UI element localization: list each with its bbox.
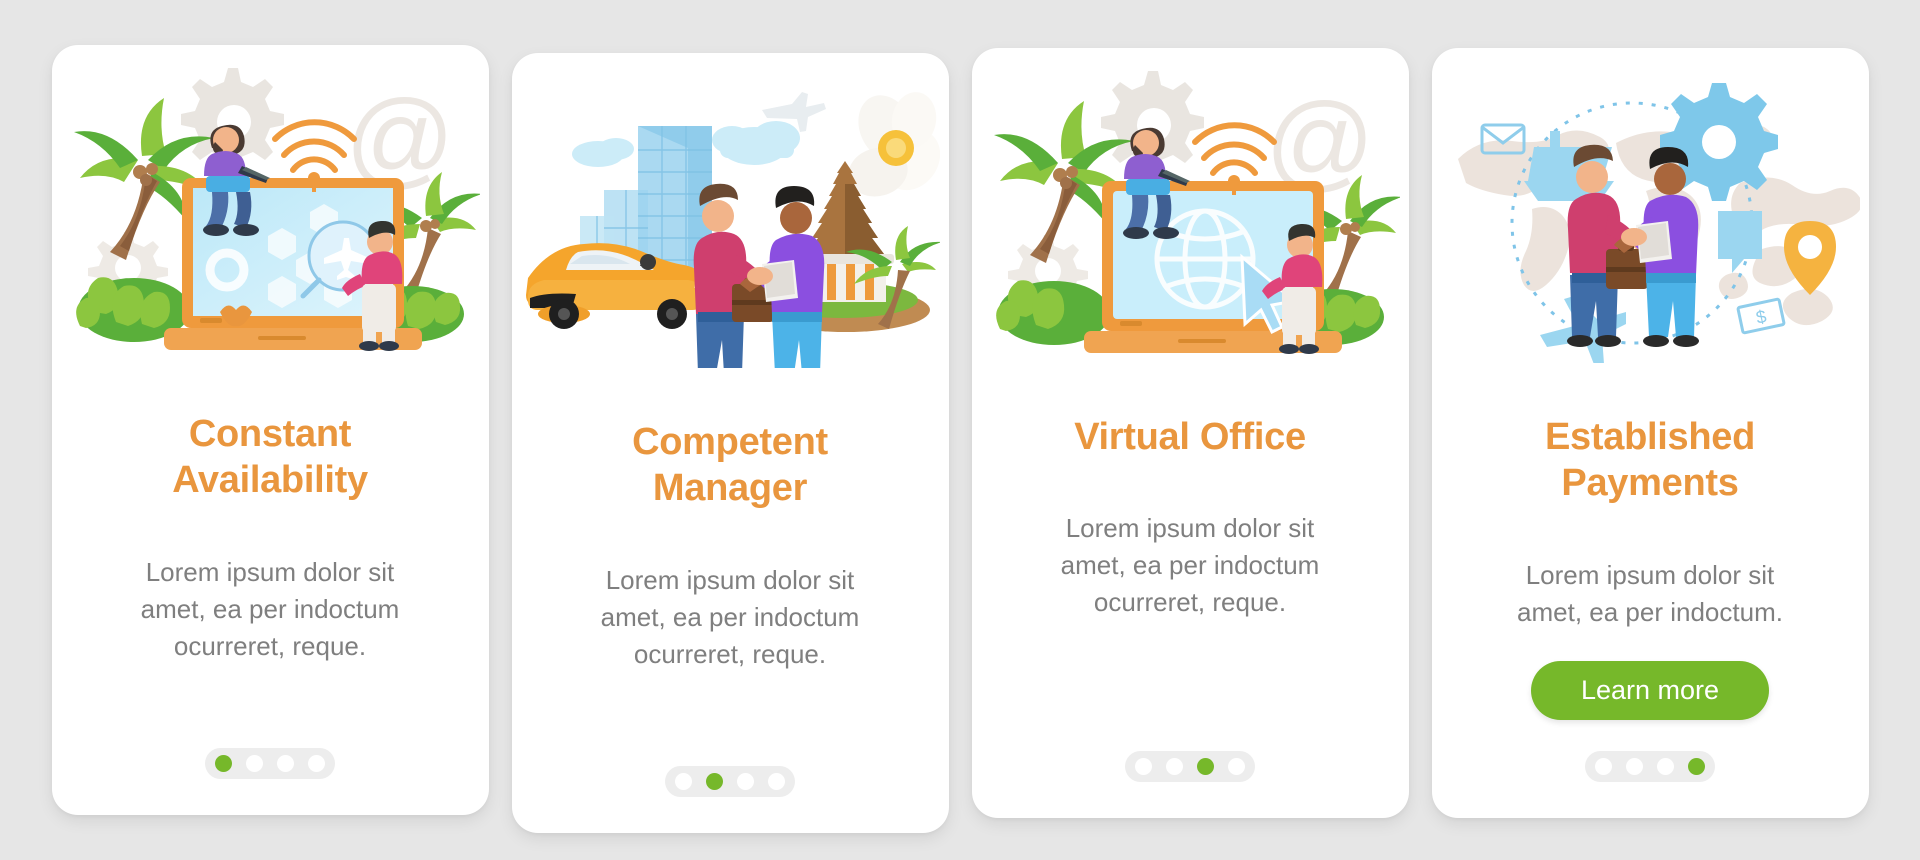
onboarding-card-constant-availability: @ Constant Availability Lorem ipsum dolo… <box>51 45 489 815</box>
pagination-dot-3[interactable] <box>1657 758 1674 775</box>
card-body-text: Lorem ipsum dolor sit amet, ea per indoc… <box>1060 513 1320 618</box>
laptop-globe-cursor-illustration: @ <box>972 48 1409 378</box>
handshake-car-temple-illustration <box>512 53 949 383</box>
onboarding-card-virtual-office: @ Virtual Office Lorem ipsum dolor sit a… <box>971 48 1409 818</box>
pagination-dot-3[interactable] <box>1197 758 1214 775</box>
onboarding-card-established-payments: $ Established Payments Lorem ipsum dolor… <box>1431 48 1869 818</box>
pagination-dot-2[interactable] <box>706 773 723 790</box>
laptop-palm-search-illustration: @ <box>52 45 489 375</box>
dollar-bill-icon: $ <box>1736 297 1786 335</box>
world-map-handshake-illustration: $ <box>1432 48 1869 378</box>
wifi-signal-icon <box>272 119 357 173</box>
card-title: Competent Manager <box>632 421 828 510</box>
wifi-signal-icon <box>1192 122 1277 176</box>
pagination-dot-1[interactable] <box>675 773 692 790</box>
svg-text:$: $ <box>1754 306 1768 328</box>
location-pin-icon <box>1784 221 1836 295</box>
onboarding-card-competent-manager: Competent Manager Lorem ipsum dolor sit … <box>511 53 949 833</box>
pagination-indicator[interactable] <box>205 748 335 779</box>
pagination-indicator[interactable] <box>665 766 795 797</box>
pagination-dot-1[interactable] <box>215 755 232 772</box>
card-title: Virtual Office <box>1074 416 1306 458</box>
pagination-dot-3[interactable] <box>277 755 294 772</box>
card-title: Established Payments <box>1545 416 1755 505</box>
card-title: Constant Availability <box>172 413 368 502</box>
pagination-dot-2[interactable] <box>246 755 263 772</box>
frangipani-flower <box>848 92 940 197</box>
pagination-dot-3[interactable] <box>737 773 754 790</box>
pagination-dot-2[interactable] <box>1626 758 1643 775</box>
pagination-indicator[interactable] <box>1125 751 1255 782</box>
pagination-dot-2[interactable] <box>1166 758 1183 775</box>
pagination-dot-1[interactable] <box>1135 758 1152 775</box>
pagination-dot-4[interactable] <box>308 755 325 772</box>
learn-more-button[interactable]: Learn more <box>1530 660 1770 720</box>
card-body-text: Lorem ipsum dolor sit amet, ea per indoc… <box>140 556 400 661</box>
pagination-indicator[interactable] <box>1585 751 1715 782</box>
pagination-dot-1[interactable] <box>1595 758 1612 775</box>
pagination-dot-4[interactable] <box>768 773 785 790</box>
pagination-dot-4[interactable] <box>1228 758 1245 775</box>
card-body-text: Lorem ipsum dolor sit amet, ea per indoc… <box>1517 559 1783 627</box>
pagination-dot-4[interactable] <box>1688 758 1705 775</box>
onboarding-screens-container: @ Constant Availability Lorem ipsum dolo… <box>0 0 1920 860</box>
card-body-text: Lorem ipsum dolor sit amet, ea per indoc… <box>600 564 860 669</box>
